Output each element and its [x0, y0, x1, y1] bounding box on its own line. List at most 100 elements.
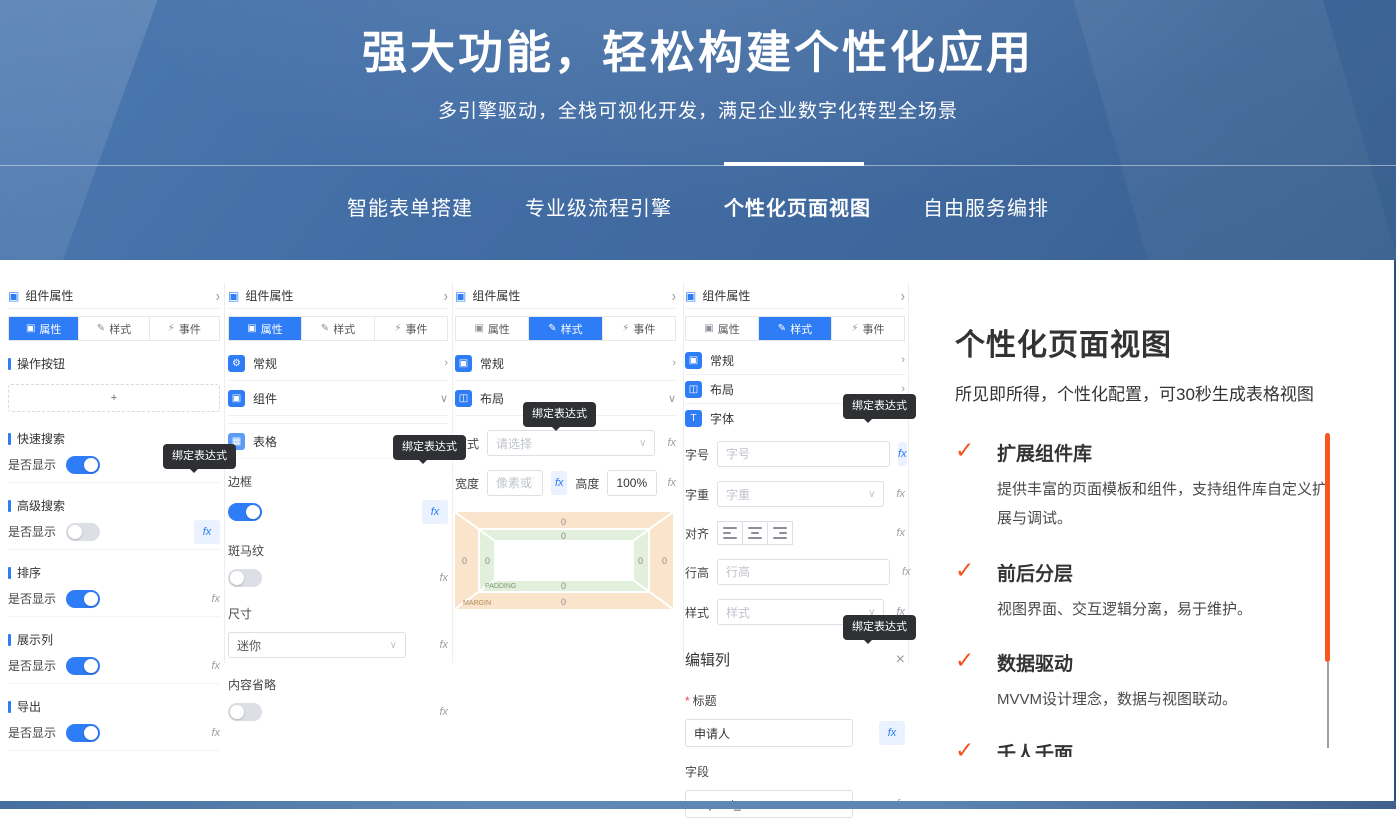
fx-binding-icon[interactable]: fx	[211, 660, 220, 672]
tab-style[interactable]: ✎样式	[529, 317, 602, 340]
font-icon: T	[685, 410, 702, 427]
line-height-row: 行高 fx	[685, 559, 905, 585]
collapse-chevron-icon[interactable]: ›	[444, 287, 448, 305]
tab-style[interactable]: ✎样式	[79, 317, 149, 340]
fx-binding-button[interactable]: fx	[422, 500, 448, 524]
fx-binding-icon[interactable]: fx	[439, 639, 448, 651]
tab-events[interactable]: ⚡事件	[375, 317, 447, 340]
style-icon: ✎	[97, 323, 105, 334]
chevron-down-icon: ∨	[668, 392, 676, 405]
size-control-row: 迷你 ∨ fx	[228, 632, 448, 658]
close-icon[interactable]: ×	[896, 652, 905, 668]
advanced-search-toggle[interactable]	[66, 523, 100, 541]
ellipsis-control-row: fx	[228, 703, 448, 721]
chevron-down-icon: ∨	[390, 640, 397, 651]
zebra-control-row: fx	[228, 569, 448, 587]
border-toggle[interactable]	[228, 503, 262, 521]
add-button[interactable]: +	[8, 384, 220, 412]
fx-binding-icon[interactable]: fx	[896, 527, 905, 539]
section-export: 导出	[8, 698, 220, 715]
border-field-label: 边框	[228, 473, 448, 490]
box-model-diagram: MARGIN PADDING 0 0 0 0 0 0 0 0	[455, 512, 673, 612]
style-icon: ✎	[778, 323, 786, 334]
fx-binding-icon[interactable]: fx	[667, 477, 676, 489]
quick-search-toggle[interactable]	[66, 456, 100, 474]
section-general[interactable]: ▣ 常规 ›	[685, 346, 905, 375]
columns-toggle[interactable]	[66, 657, 100, 675]
align-right-button[interactable]	[767, 521, 793, 545]
tab-smart-form[interactable]: 智能表单搭建	[347, 192, 473, 221]
component-icon: ▣	[685, 352, 702, 369]
tab-events[interactable]: ⚡事件	[832, 317, 904, 340]
tab-properties[interactable]: ▣属性	[9, 317, 79, 340]
size-select[interactable]: 迷你 ∨	[228, 632, 406, 658]
fx-binding-icon[interactable]: fx	[211, 593, 220, 605]
panel-title: 组件属性	[245, 287, 293, 304]
width-input[interactable]	[487, 470, 543, 496]
tab-service-orchestration[interactable]: 自由服务编排	[923, 192, 1049, 221]
collapse-chevron-icon[interactable]: ›	[216, 287, 220, 305]
section-general[interactable]: ▣ 常规 ›	[455, 346, 676, 381]
collapse-chevron-icon[interactable]: ›	[901, 287, 905, 305]
tab-process-engine[interactable]: 专业级流程引擎	[525, 192, 672, 221]
bind-expression-tooltip: 绑定表达式	[523, 402, 596, 427]
fx-binding-button[interactable]: fx	[194, 520, 220, 544]
title-input[interactable]	[685, 719, 853, 747]
fx-binding-icon[interactable]: fx	[902, 566, 911, 578]
component-icon: ▣	[228, 390, 245, 407]
fx-binding-button[interactable]: fx	[551, 471, 567, 495]
svg-text:0: 0	[561, 517, 566, 527]
tab-properties[interactable]: ▣属性	[456, 317, 529, 340]
sort-toggle[interactable]	[66, 590, 100, 608]
align-center-button[interactable]	[742, 521, 768, 545]
layout-icon: ◫	[455, 390, 472, 407]
section-display-columns: 展示列	[8, 631, 220, 648]
tab-style[interactable]: ✎样式	[759, 317, 832, 340]
section-general[interactable]: ⚙ 常规 ›	[228, 346, 448, 381]
section-component[interactable]: ▣ 组件 ∨	[228, 381, 448, 416]
fx-binding-icon[interactable]: fx	[211, 727, 220, 739]
tab-properties[interactable]: ▣属性	[229, 317, 302, 340]
component-props-panel-4: ▣ 组件属性 › ▣属性 ✎样式 ⚡事件 ▣ 常规 › ◫ 布局 › T 字体 …	[685, 283, 905, 818]
edit-column-header: 编辑列 ×	[685, 649, 905, 670]
panel-title: 组件属性	[25, 287, 73, 304]
zebra-toggle[interactable]	[228, 569, 262, 587]
export-toggle[interactable]	[66, 724, 100, 742]
tab-properties[interactable]: ▣属性	[686, 317, 759, 340]
collapse-chevron-icon[interactable]: ›	[672, 287, 676, 305]
panel-tab-bar: ▣属性 ✎样式 ⚡事件	[685, 316, 905, 341]
fx-binding-button[interactable]: fx	[879, 721, 905, 745]
tab-style[interactable]: ✎样式	[302, 317, 375, 340]
event-icon: ⚡	[394, 323, 401, 334]
bind-expression-tooltip: 绑定表达式	[843, 394, 916, 419]
tab-personalized-page-view[interactable]: 个性化页面视图	[724, 192, 871, 221]
feature-title: 扩展组件库	[997, 439, 1327, 466]
feature-description-section: 个性化页面视图 所见即所得，个性化配置，可30秒生成表格视图 ✓ 扩展组件库 提…	[955, 320, 1327, 757]
mode-select[interactable]: 请选择 ∨	[487, 430, 655, 456]
line-height-input[interactable]	[717, 559, 890, 585]
list-item: ✓ 千人千面 配置化实现，视图内容可由用户自定义。	[955, 739, 1327, 757]
section-advanced-search: 高级搜索	[8, 497, 220, 514]
panel-title: 组件属性	[702, 287, 750, 304]
height-input[interactable]	[607, 470, 657, 496]
section-action-buttons: 操作按钮	[8, 355, 220, 372]
svg-text:0: 0	[462, 556, 467, 566]
properties-icon: ▣	[26, 323, 35, 334]
fx-binding-icon[interactable]: fx	[439, 706, 448, 718]
fx-binding-icon[interactable]: fx	[667, 437, 676, 449]
fx-binding-icon[interactable]: fx	[439, 572, 448, 584]
tab-events[interactable]: ⚡事件	[603, 317, 675, 340]
fx-binding-button[interactable]: fx	[898, 442, 907, 466]
font-size-input[interactable]	[717, 441, 890, 467]
align-left-button[interactable]	[717, 521, 743, 545]
bind-expression-tooltip: 绑定表达式	[163, 444, 236, 469]
ellipsis-toggle[interactable]	[228, 703, 262, 721]
component-icon: ▣	[685, 290, 696, 302]
check-icon: ✓	[955, 737, 974, 757]
component-icon: ▣	[8, 290, 19, 302]
panel-header: ▣ 组件属性 ›	[8, 283, 220, 309]
feature-tab-bar: 智能表单搭建 专业级流程引擎 个性化页面视图 自由服务编排	[0, 192, 1396, 221]
font-weight-select[interactable]: 字重 ∨	[717, 481, 884, 507]
tab-events[interactable]: ⚡事件	[150, 317, 219, 340]
fx-binding-icon[interactable]: fx	[896, 488, 905, 500]
